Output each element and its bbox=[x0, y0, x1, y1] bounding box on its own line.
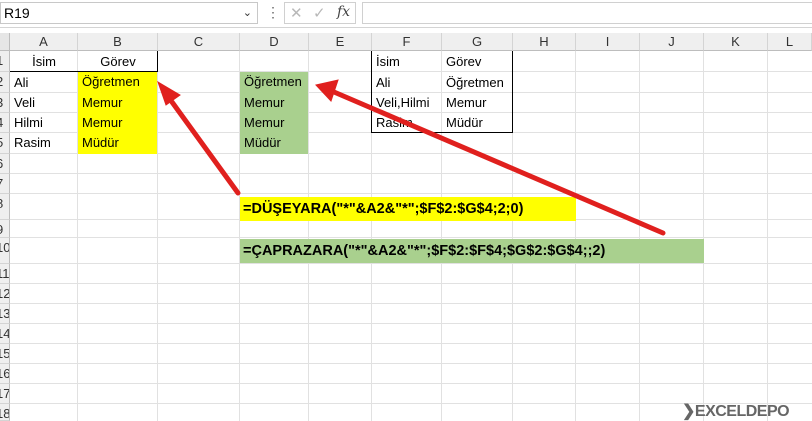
cancel-x-icon[interactable]: ✕ bbox=[290, 4, 303, 22]
cell-b3[interactable]: Memur bbox=[78, 93, 157, 113]
column-header-l[interactable]: L bbox=[768, 33, 812, 51]
more-options-icon[interactable]: ⋮ bbox=[266, 4, 280, 21]
row-header-4[interactable]: 4 bbox=[0, 113, 10, 133]
table-header-border bbox=[157, 51, 158, 72]
formula-input[interactable] bbox=[362, 2, 812, 24]
chevron-down-icon[interactable]: ⌄ bbox=[243, 3, 252, 23]
cell-b1[interactable]: Görev bbox=[78, 52, 158, 72]
cell-f2[interactable]: Ali bbox=[372, 73, 441, 93]
row-header-1[interactable]: 1 bbox=[0, 51, 10, 72]
cell-g3[interactable]: Memur bbox=[442, 93, 512, 113]
column-header-h[interactable]: H bbox=[513, 33, 576, 51]
select-all-corner[interactable] bbox=[0, 33, 10, 51]
gridline bbox=[308, 51, 309, 421]
gridline bbox=[10, 363, 812, 364]
formula-buttons: ✕ ✓ fx bbox=[284, 2, 356, 24]
column-header-c[interactable]: C bbox=[158, 33, 240, 51]
cell-a5[interactable]: Rasim bbox=[10, 133, 77, 153]
column-header-f[interactable]: F bbox=[372, 33, 442, 51]
gridline bbox=[575, 51, 576, 421]
row-header-5[interactable]: 5 bbox=[0, 133, 10, 154]
gridline bbox=[157, 51, 158, 421]
gridline bbox=[10, 237, 812, 238]
cell-d4[interactable]: Memur bbox=[240, 113, 308, 133]
gridline bbox=[10, 263, 812, 264]
cell-b2[interactable]: Öğretmen bbox=[78, 72, 157, 93]
cell-a2[interactable]: Ali bbox=[10, 73, 77, 93]
row-header-18[interactable]: 18 bbox=[0, 404, 10, 421]
gridline bbox=[639, 51, 640, 421]
arrow-to-column-b bbox=[169, 99, 241, 196]
logo-mark-icon: ❯ bbox=[682, 403, 695, 420]
row-header-14[interactable]: 14 bbox=[0, 324, 10, 344]
column-header-d[interactable]: D bbox=[240, 33, 309, 51]
gridline bbox=[10, 173, 812, 174]
column-header-b[interactable]: B bbox=[78, 33, 158, 51]
gridline bbox=[10, 193, 812, 194]
column-header-a[interactable]: A bbox=[10, 33, 78, 51]
gridline bbox=[10, 383, 812, 384]
row-header-8[interactable]: 8 bbox=[0, 194, 10, 220]
cell-b4[interactable]: Memur bbox=[78, 113, 157, 133]
gridline bbox=[10, 283, 812, 284]
name-box-value: R19 bbox=[4, 5, 30, 21]
cell-g2[interactable]: Öğretmen bbox=[442, 73, 512, 93]
row-header-6[interactable]: 6 bbox=[0, 154, 10, 174]
cell-g1[interactable]: Görev bbox=[442, 52, 512, 72]
cell-a4[interactable]: Hilmi bbox=[10, 113, 77, 133]
cell-b5[interactable]: Müdür bbox=[78, 133, 157, 154]
lookup-table-border bbox=[371, 132, 513, 133]
column-header-i[interactable]: I bbox=[576, 33, 640, 51]
cell-d3[interactable]: Memur bbox=[240, 93, 308, 113]
name-box[interactable]: R19 ⌄ bbox=[0, 2, 258, 24]
fx-button[interactable]: fx bbox=[337, 4, 350, 20]
checkmark-icon[interactable]: ✓ bbox=[313, 4, 326, 22]
row-header-16[interactable]: 16 bbox=[0, 364, 10, 384]
row-header-17[interactable]: 17 bbox=[0, 384, 10, 404]
row-header-13[interactable]: 13 bbox=[0, 304, 10, 324]
arrow-head bbox=[315, 79, 339, 102]
vlookup-formula-label[interactable]: =DÜŞEYARA("*"&A2&"*";$F$2:$G$4;2;0) bbox=[240, 197, 576, 221]
row-header-9[interactable]: 9 bbox=[0, 220, 10, 238]
row-header-2[interactable]: 2 bbox=[0, 72, 10, 93]
cell-f3[interactable]: Veli,Hilmi bbox=[372, 93, 441, 113]
row-header-3[interactable]: 3 bbox=[0, 93, 10, 113]
column-header-j[interactable]: J bbox=[640, 33, 704, 51]
cell-d2[interactable]: Öğretmen bbox=[240, 72, 308, 93]
cell-g4[interactable]: Müdür bbox=[442, 113, 512, 133]
row-header-11[interactable]: 11 bbox=[0, 264, 10, 284]
gridline bbox=[10, 343, 812, 344]
cell-f1[interactable]: İsim bbox=[372, 52, 441, 72]
row-header-12[interactable]: 12 bbox=[0, 284, 10, 304]
lookup-table-border bbox=[512, 51, 513, 133]
arrow-head bbox=[157, 80, 181, 106]
row-header-15[interactable]: 15 bbox=[0, 344, 10, 364]
gridline bbox=[703, 51, 704, 421]
cell-f4[interactable]: Rasim bbox=[372, 113, 441, 133]
gridline bbox=[767, 51, 768, 421]
watermark-logo: ❯EXCELDEPO bbox=[682, 401, 790, 421]
gridline bbox=[10, 323, 812, 324]
cell-a1[interactable]: İsim bbox=[10, 52, 78, 72]
xlookup-formula-label[interactable]: =ÇAPRAZARA("*"&A2&"*";$F$2:$F$4;$G$2:$G$… bbox=[240, 239, 704, 263]
cell-a3[interactable]: Veli bbox=[10, 93, 77, 113]
row-header-10[interactable]: 10 bbox=[0, 238, 10, 264]
lookup-table-border bbox=[371, 51, 372, 133]
formula-bar: R19 ⌄ ⋮ ✕ ✓ fx bbox=[0, 0, 812, 28]
cell-d5[interactable]: Müdür bbox=[240, 133, 308, 154]
row-header-7[interactable]: 7 bbox=[0, 174, 10, 194]
watermark-text: EXCELDEPO bbox=[694, 403, 790, 420]
column-header-e[interactable]: E bbox=[309, 33, 372, 51]
column-header-g[interactable]: G bbox=[442, 33, 513, 51]
column-header-k[interactable]: K bbox=[704, 33, 768, 51]
gridline bbox=[10, 303, 812, 304]
